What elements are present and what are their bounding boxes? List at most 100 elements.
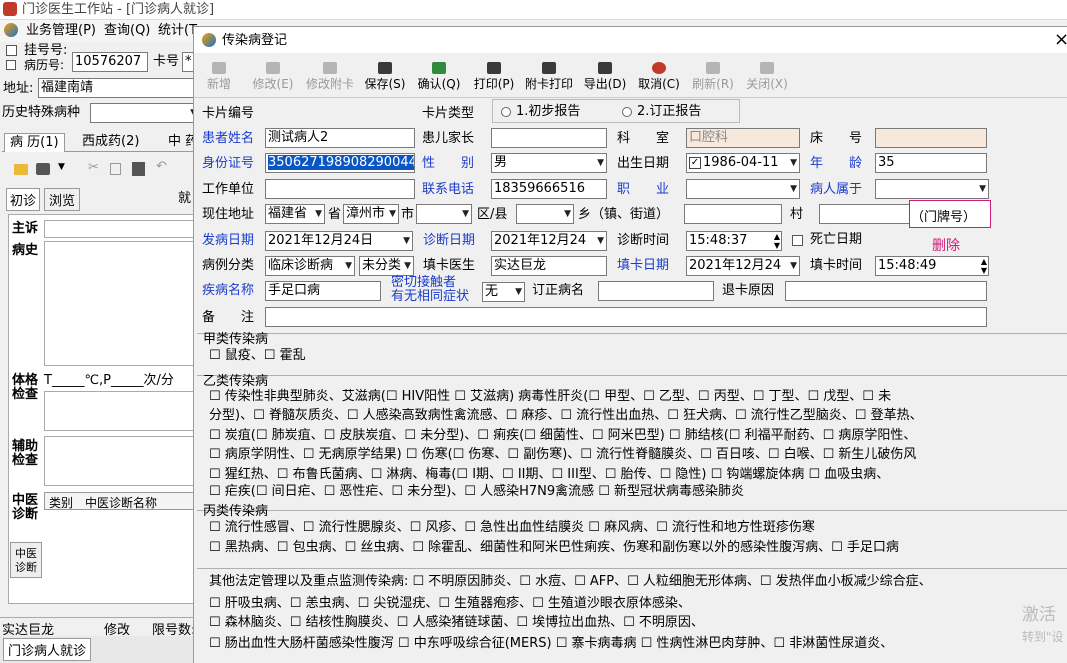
class-b-line-3[interactable]: ☐ 炭疽(☐ 肺炭疽、☐ 皮肤炭疽、☐ 未分型)、☐ 痢疾(☐ 细菌性、☐ 阿米… <box>209 426 916 446</box>
tcm-col-type: 类别 <box>49 496 74 510</box>
fill-time-input[interactable]: 15:48:49 ▲ ▼ <box>875 256 989 276</box>
class-c-line-1[interactable]: ☐ 流行性感冒、☐ 流行性腮腺炎、☐ 风疹、☐ 急性出血性结膜炎 ☐ 麻风病、☐… <box>209 518 815 538</box>
fill-time-value: 15:48:49 <box>878 258 937 273</box>
birth-date-checkbox[interactable]: ✓ <box>689 157 701 169</box>
bed-input[interactable] <box>875 128 987 148</box>
work-unit-input[interactable] <box>265 179 415 199</box>
vitals-template[interactable]: T_____℃,P_____次/分 <box>44 373 174 389</box>
reg-checkbox[interactable] <box>6 45 17 56</box>
chief-input[interactable] <box>44 220 200 238</box>
city-select[interactable]: 漳州市 <box>343 204 399 224</box>
tcm-diagnosis-button[interactable]: 中医诊断 <box>10 542 42 578</box>
attachment-print-button[interactable]: 附卡打印 <box>522 62 576 96</box>
cut-icon[interactable]: ✂ <box>88 160 99 175</box>
birth-date-label: 出生日期 <box>617 156 670 171</box>
withdraw-reason-input[interactable] <box>785 281 987 301</box>
disease-name-input[interactable]: 手足口病 <box>265 281 381 301</box>
radio-initial-report[interactable] <box>501 107 511 117</box>
radio-correct-report-label: 2.订正报告 <box>637 104 702 119</box>
class-a-options[interactable]: ☐ 鼠疫、☐ 霍乱 <box>209 346 306 366</box>
aux-textarea[interactable] <box>44 436 200 486</box>
history-select[interactable] <box>90 103 200 123</box>
record-checkbox[interactable] <box>6 60 16 70</box>
close-contact-select[interactable]: 无 <box>482 282 525 302</box>
class-b-line-4[interactable]: ☐ 病原学阴性、☐ 无病原学结果) ☐ 伤寒(☐ 伤寒、☐ 副伤寒)、☐ 流行性… <box>209 445 916 465</box>
fill-date-picker[interactable]: 2021年12月24 <box>686 256 800 276</box>
fill-time-spinner-icon[interactable]: ▲ ▼ <box>981 257 987 275</box>
new-button[interactable]: 新增 <box>200 62 238 96</box>
village-label: 村 <box>790 207 804 222</box>
diagnosis-time-spinner-icon[interactable]: ▲ ▼ <box>774 232 780 250</box>
paste-icon[interactable] <box>132 162 145 176</box>
history-textarea[interactable] <box>44 241 200 366</box>
edit-attachment-button[interactable]: 修改附卡 <box>304 62 356 96</box>
print-button[interactable]: 打印(P) <box>472 62 516 96</box>
open-folder-icon[interactable] <box>14 164 28 175</box>
class-b-line-1[interactable]: ☐ 传染性非典型肺炎、艾滋病(☐ HIV阳性 ☐ 艾滋病) 病毒性肝炎(☐ 甲型… <box>209 387 891 407</box>
save-button[interactable]: 保存(S) <box>362 62 408 96</box>
fill-doctor-input[interactable]: 实达巨龙 <box>491 256 607 276</box>
class-c-line-2[interactable]: ☐ 黑热病、☐ 包虫病、☐ 丝虫病、☐ 除霍乱、细菌性和阿米巴性痢疾、伤寒和副伤… <box>209 538 899 558</box>
refresh-button[interactable]: 刷新(R) <box>690 62 736 96</box>
menu-query[interactable]: 查询(Q) <box>104 23 150 39</box>
window-tab-outpatient[interactable]: 门诊病人就诊 <box>3 638 92 661</box>
class-b-line-2[interactable]: 分型)、☐ 脊髓灰质炎、☐ 人感染高致病性禽流感、☐ 麻疹、☐ 流行性出血热、☐… <box>209 406 923 426</box>
diagnosis-date-picker[interactable]: 2021年12月24 <box>491 231 607 251</box>
other-line-1[interactable]: 其他法定管理以及重点监测传染病: ☐ 不明原因肺炎、☐ 水痘、☐ AFP、☐ 人… <box>209 572 932 592</box>
case-class2-select[interactable]: 未分类 <box>359 256 414 276</box>
occupation-select[interactable] <box>686 179 800 199</box>
town-select[interactable] <box>516 204 574 224</box>
case-class-select[interactable]: 临床诊断病 <box>265 256 355 276</box>
print-icon[interactable] <box>36 163 50 175</box>
guardian-input[interactable] <box>491 128 607 148</box>
menu-stats[interactable]: 统计(T <box>158 23 197 39</box>
tab-record[interactable]: 病 历(1) <box>4 133 65 152</box>
class-b-line-6[interactable]: ☐ 疟疾(☐ 间日疟、☐ 恶性疟、☐ 未分型)、☐ 人感染H7N9禽流感 ☐ 新… <box>209 482 744 502</box>
dialog-logo-icon <box>202 33 216 47</box>
street-input[interactable] <box>684 204 782 224</box>
subtab-first-visit[interactable]: 初诊 <box>6 188 41 211</box>
record-input[interactable]: 10576207 <box>72 52 148 72</box>
patient-name-input[interactable]: 测试病人2 <box>265 128 415 148</box>
menu-business[interactable]: 业务管理(P) <box>26 23 96 39</box>
close-contact-label: 密切接触者 <box>391 275 457 290</box>
other-line-3[interactable]: ☐ 森林脑炎、☐ 结核性胸膜炎、☐ 人感染猪链球菌、☐ 埃博拉出血热、☐ 不明原… <box>209 613 704 633</box>
id-number-input[interactable]: 350627198908290044 <box>265 153 415 173</box>
confirm-button[interactable]: 确认(Q) <box>416 62 462 96</box>
tcm-label-2: 诊断 <box>12 507 39 522</box>
other-line-4[interactable]: ☐ 肠出血性大肠杆菌感染性腹泻 ☐ 中东呼吸综合征(MERS) ☐ 寨卡病毒病 … <box>209 634 893 654</box>
export-button[interactable]: 导出(D) <box>582 62 628 96</box>
sex-select[interactable]: 男 <box>491 153 607 173</box>
edit-button[interactable]: 修改(E) <box>250 62 296 96</box>
birth-date-picker[interactable]: ✓ 1986-04-11 <box>686 153 800 173</box>
house-number-field[interactable]: （门牌号） <box>909 200 991 228</box>
copy-icon[interactable] <box>110 163 121 175</box>
undo-icon[interactable]: ↶ <box>156 159 167 174</box>
death-date-checkbox[interactable] <box>792 235 803 246</box>
phone-input[interactable]: 18359666516 <box>491 179 607 199</box>
province-select[interactable]: 福建省 <box>265 204 325 224</box>
export-icon <box>598 62 612 74</box>
remark-input[interactable] <box>265 307 987 327</box>
address-input[interactable]: 福建南靖 <box>38 78 198 98</box>
subtab-browse[interactable]: 浏览 <box>44 188 81 211</box>
vitals-textarea[interactable] <box>44 391 200 431</box>
close-button[interactable]: 关闭(X) <box>744 62 790 96</box>
other-line-2[interactable]: ☐ 肝吸虫病、☐ 恙虫病、☐ 尖锐湿疣、☐ 生殖器疱疹、☐ 生殖道沙眼衣原体感染… <box>209 594 691 614</box>
dialog-close-icon[interactable]: × <box>1054 30 1067 50</box>
county-select[interactable] <box>416 204 472 224</box>
age-input[interactable]: 35 <box>875 153 987 173</box>
dropdown-arrow-icon[interactable]: ▼ <box>58 162 65 172</box>
history-text-label: 病史 <box>12 243 39 258</box>
cancel-button[interactable]: 取消(C) <box>636 62 682 96</box>
patient-belong-select[interactable] <box>875 179 989 199</box>
department-input[interactable]: 口腔科 <box>686 128 800 148</box>
onset-date-picker[interactable]: 2021年12月24日 <box>265 231 413 251</box>
village-input[interactable] <box>819 204 911 224</box>
delete-link[interactable]: 删除 <box>932 238 960 254</box>
tab-western-medicine[interactable]: 西成药(2) <box>82 134 139 150</box>
diagnosis-time-input[interactable]: 15:48:37 ▲ ▼ <box>686 231 782 251</box>
department-label: 科 室 <box>617 131 670 146</box>
radio-correct-report[interactable] <box>622 107 632 117</box>
corrected-name-input[interactable] <box>598 281 714 301</box>
